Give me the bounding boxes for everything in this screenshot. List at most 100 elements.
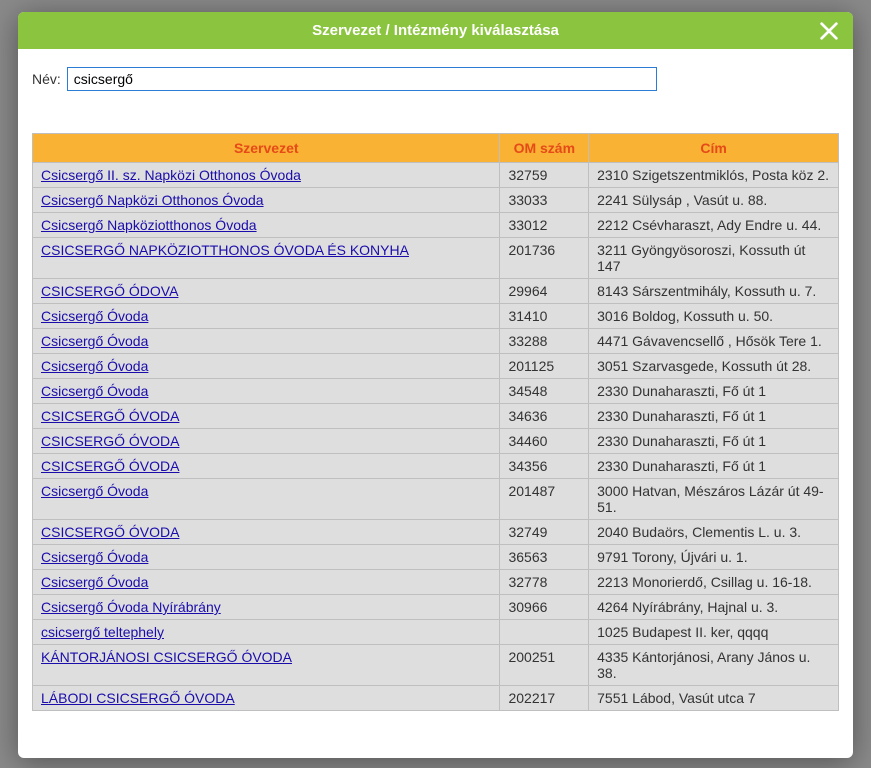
table-header-row: Szervezet OM szám Cím [33, 134, 839, 163]
filter-row: Név: [32, 67, 839, 91]
dialog-body: Név: Szervezet OM szám Cím Csicsergő II.… [18, 49, 853, 758]
org-cell: CSICSERGŐ ÓVODA [33, 404, 500, 429]
org-link[interactable]: Csicsergő Óvoda [41, 333, 148, 349]
org-cell: CSICSERGŐ ÓVODA [33, 454, 500, 479]
addr-cell: 3000 Hatvan, Mészáros Lázár út 49-51. [589, 479, 839, 520]
om-cell: 36563 [500, 545, 589, 570]
org-link[interactable]: CSICSERGŐ ÓVODA [41, 433, 179, 449]
table-row: csicsergő teltephely 1025 Budapest II. ke… [33, 620, 839, 645]
col-header-org: Szervezet [33, 134, 500, 163]
filter-input[interactable] [67, 67, 657, 91]
org-cell: CSICSERGŐ ÓVODA [33, 429, 500, 454]
org-link[interactable]: KÁNTORJÁNOSI CSICSERGŐ ÓVODA [41, 649, 292, 665]
table-row: Csicsergő Óvoda 345482330 Dunaharaszti, F… [33, 379, 839, 404]
addr-cell: 3211 Gyöngyösoroszi, Kossuth út 147 [589, 238, 839, 279]
org-cell: Csicsergő Napköziotthonos Óvoda [33, 213, 500, 238]
org-link[interactable]: CSICSERGŐ ÓVODA [41, 524, 179, 540]
table-row: Csicsergő Napköziotthonos Óvoda 330122212… [33, 213, 839, 238]
filter-label: Név: [32, 71, 61, 87]
org-link[interactable]: Csicsergő Óvoda Nyírábrány [41, 599, 221, 615]
org-link[interactable]: Csicsergő Napköziotthonos Óvoda [41, 217, 257, 233]
org-cell: CSICSERGŐ NAPKÖZIOTTHONOS ÓVODA ÉS KONYH… [33, 238, 500, 279]
addr-cell: 3051 Szarvasgede, Kossuth út 28. [589, 354, 839, 379]
org-link[interactable]: Csicsergő Óvoda [41, 383, 148, 399]
om-cell: 32759 [500, 163, 589, 188]
org-cell: CSICSERGŐ ÓVODA [33, 520, 500, 545]
table-row: Csicsergő Óvoda 2011253051 Szarvasgede, K… [33, 354, 839, 379]
addr-cell: 2330 Dunaharaszti, Fő út 1 [589, 454, 839, 479]
addr-cell: 7551 Lábod, Vasút utca 7 [589, 686, 839, 711]
table-row: Csicsergő Óvoda 2014873000 Hatvan, Mészár… [33, 479, 839, 520]
org-link[interactable]: LÁBODI CSICSERGŐ ÓVODA [41, 690, 235, 706]
org-cell: Csicsergő Óvoda [33, 379, 500, 404]
om-cell: 201125 [500, 354, 589, 379]
close-icon [818, 20, 840, 42]
table-row: Csicsergő Óvoda 365639791 Torony, Újvári … [33, 545, 839, 570]
org-cell: CSICSERGŐ ÓDOVA [33, 279, 500, 304]
col-header-addr: Cím [589, 134, 839, 163]
org-cell: Csicsergő Óvoda [33, 479, 500, 520]
org-cell: Csicsergő Óvoda [33, 329, 500, 354]
org-link[interactable]: Csicsergő Óvoda [41, 308, 148, 324]
org-select-dialog: Szervezet / Intézmény kiválasztása Név: … [18, 12, 853, 758]
addr-cell: 2330 Dunaharaszti, Fő út 1 [589, 404, 839, 429]
om-cell: 33288 [500, 329, 589, 354]
table-row: CSICSERGŐ NAPKÖZIOTTHONOS ÓVODA ÉS KONYH… [33, 238, 839, 279]
om-cell: 32778 [500, 570, 589, 595]
addr-cell: 2310 Szigetszentmiklós, Posta köz 2. [589, 163, 839, 188]
close-button[interactable] [815, 17, 843, 45]
table-row: CSICSERGŐ ÓVODA327492040 Budaörs, Clemen… [33, 520, 839, 545]
table-row: Csicsergő Napközi Otthonos Óvoda33033224… [33, 188, 839, 213]
dialog-header: Szervezet / Intézmény kiválasztása [18, 12, 853, 49]
table-row: Csicsergő Óvoda314103016 Boldog, Kossuth… [33, 304, 839, 329]
addr-cell: 2241 Sülysáp , Vasút u. 88. [589, 188, 839, 213]
table-row: Csicsergő Óvoda Nyírábrány309664264 Nyír… [33, 595, 839, 620]
table-row: Csicsergő II. sz. Napközi Otthonos Óvoda… [33, 163, 839, 188]
addr-cell: 2212 Csévharaszt, Ady Endre u. 44. [589, 213, 839, 238]
org-cell: Csicsergő Óvoda [33, 545, 500, 570]
addr-cell: 4335 Kántorjánosi, Arany János u. 38. [589, 645, 839, 686]
org-cell: KÁNTORJÁNOSI CSICSERGŐ ÓVODA [33, 645, 500, 686]
table-row: CSICSERGŐ ÓDOVA299648143 Sárszentmihály,… [33, 279, 839, 304]
om-cell: 34548 [500, 379, 589, 404]
org-link[interactable]: CSICSERGŐ ÓDOVA [41, 283, 178, 299]
table-row: Csicsergő Óvoda 327782213 Monorierdő, Csi… [33, 570, 839, 595]
om-cell: 202217 [500, 686, 589, 711]
addr-cell: 2330 Dunaharaszti, Fő út 1 [589, 429, 839, 454]
addr-cell: 1025 Budapest II. ker, qqqq [589, 620, 839, 645]
addr-cell: 2330 Dunaharaszti, Fő út 1 [589, 379, 839, 404]
org-cell: csicsergő teltephely [33, 620, 500, 645]
org-link[interactable]: CSICSERGŐ ÓVODA [41, 458, 179, 474]
om-cell: 201487 [500, 479, 589, 520]
org-cell: Csicsergő Óvoda [33, 304, 500, 329]
org-cell: Csicsergő Óvoda Nyírábrány [33, 595, 500, 620]
dialog-title: Szervezet / Intézmény kiválasztása [312, 22, 559, 39]
org-cell: Csicsergő Óvoda [33, 570, 500, 595]
org-cell: Csicsergő Napközi Otthonos Óvoda [33, 188, 500, 213]
org-link[interactable]: Csicsergő Óvoda [41, 483, 148, 499]
addr-cell: 4471 Gávavencsellő , Hősök Tere 1. [589, 329, 839, 354]
org-link[interactable]: Csicsergő Óvoda [41, 358, 148, 374]
table-row: Csicsergő Óvoda 332884471 Gávavencsellő ,… [33, 329, 839, 354]
col-header-om: OM szám [500, 134, 589, 163]
om-cell [500, 620, 589, 645]
addr-cell: 9791 Torony, Újvári u. 1. [589, 545, 839, 570]
org-link[interactable]: Csicsergő Napközi Otthonos Óvoda [41, 192, 264, 208]
org-link[interactable]: Csicsergő Óvoda [41, 574, 148, 590]
org-link[interactable]: Csicsergő II. sz. Napközi Otthonos Óvoda [41, 167, 301, 183]
table-row: LÁBODI CSICSERGŐ ÓVODA 2022177551 Lábod, … [33, 686, 839, 711]
om-cell: 32749 [500, 520, 589, 545]
addr-cell: 2213 Monorierdő, Csillag u. 16-18. [589, 570, 839, 595]
org-link[interactable]: CSICSERGŐ NAPKÖZIOTTHONOS ÓVODA ÉS KONYH… [41, 242, 409, 258]
om-cell: 34636 [500, 404, 589, 429]
org-link[interactable]: CSICSERGŐ ÓVODA [41, 408, 179, 424]
om-cell: 201736 [500, 238, 589, 279]
om-cell: 33012 [500, 213, 589, 238]
om-cell: 34460 [500, 429, 589, 454]
om-cell: 34356 [500, 454, 589, 479]
table-row: KÁNTORJÁNOSI CSICSERGŐ ÓVODA2002514335 K… [33, 645, 839, 686]
org-link[interactable]: Csicsergő Óvoda [41, 549, 148, 565]
addr-cell: 8143 Sárszentmihály, Kossuth u. 7. [589, 279, 839, 304]
org-link[interactable]: csicsergő teltephely [41, 624, 164, 640]
table-row: CSICSERGŐ ÓVODA 343562330 Dunaharaszti, F… [33, 454, 839, 479]
